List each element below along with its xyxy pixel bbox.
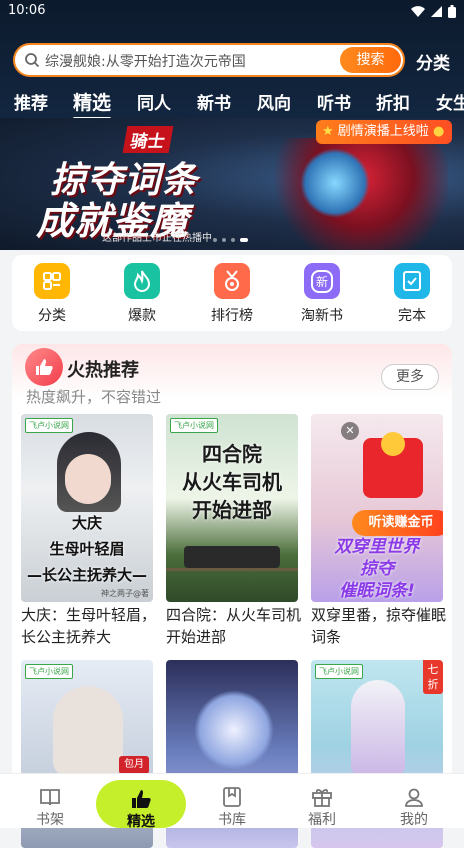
quick-entry-bar: 分类 爆款 排行榜 新 淘新书 完本: [12, 255, 452, 331]
cover-rail: [166, 568, 298, 571]
quick-completed[interactable]: 完本: [380, 263, 444, 325]
bookshelf-icon: [40, 789, 60, 806]
nav-benefits[interactable]: 福利: [292, 774, 352, 829]
thumbs-up-icon: [132, 790, 151, 808]
quick-label: 完本: [398, 308, 426, 324]
book-title: 大庆：生母叶轻眉，长公主抚养大: [21, 606, 157, 646]
book-cover: 听读赚金币 ✕ 双穿里世界 掠夺 催眠词条!: [311, 414, 443, 602]
book-title: 四合院：从火车司机开始进部: [166, 606, 302, 646]
banner-pill-label: 剧情演播上线啦: [337, 124, 429, 139]
section-subtitle: 热度飙升，不容错过: [26, 388, 162, 406]
hot-recommend-section: 火热推荐 热度飙升，不容错过 更多 飞卢小说网 大庆 生母叶轻眉 —长公主抚养大…: [12, 344, 452, 848]
quick-label: 排行榜: [211, 308, 253, 324]
medal-icon: [214, 263, 250, 299]
banner-subtitle: 这部作品上市正在热播中: [102, 233, 212, 244]
thumbs-up-icon: [25, 348, 63, 386]
search-icon: [25, 53, 40, 68]
publisher-badge: 飞卢小说网: [170, 418, 218, 433]
channel-tabs: 推荐 精选 同人 新书 风向 听书 折扣 女生: [0, 89, 464, 119]
book-title: 双穿里番，掠夺催眠词条: [311, 606, 447, 646]
star-icon: ★: [322, 124, 334, 139]
search-bar[interactable]: 综漫舰娘:从零开始打造次元帝国 搜索: [13, 43, 405, 77]
banner-dot: [222, 238, 226, 242]
close-icon[interactable]: ✕: [341, 422, 359, 440]
profile-icon: [405, 788, 423, 807]
tab-female[interactable]: 女生: [436, 89, 464, 114]
section-title: 火热推荐: [67, 360, 139, 381]
nav-bookshelf[interactable]: 书架: [20, 774, 80, 829]
discount-badge: 七折: [423, 660, 443, 694]
nav-label: 书库: [218, 812, 246, 828]
tab-recommend[interactable]: 推荐: [14, 89, 48, 114]
new-book-icon: 新: [304, 263, 340, 299]
book-cover: 飞卢小说网 四合院 从火车司机 开始进部: [166, 414, 298, 602]
gift-icon: [312, 788, 332, 807]
tab-discount[interactable]: 折扣: [376, 89, 410, 114]
banner-audio-pill[interactable]: ★ 剧情演播上线啦 ●: [316, 120, 453, 144]
tab-new-books[interactable]: 新书: [197, 89, 231, 114]
book-cover: 飞卢小说网 大庆 生母叶轻眉 —长公主抚养大— 神之两子@著: [21, 414, 153, 602]
publisher-badge: 飞卢小说网: [25, 418, 73, 433]
tab-audiobooks[interactable]: 听书: [317, 89, 351, 114]
banner-dot: [231, 238, 235, 242]
nav-library[interactable]: 书库: [202, 774, 262, 829]
quick-label: 爆款: [128, 308, 156, 324]
nav-label: 精选: [127, 814, 155, 830]
cover-face: [65, 454, 111, 504]
nav-profile[interactable]: 我的: [384, 774, 444, 829]
quick-hits[interactable]: 爆款: [110, 263, 174, 325]
tab-trends[interactable]: 风向: [257, 89, 291, 114]
cover-figure: [351, 680, 405, 776]
battery-icon: [448, 5, 456, 18]
nav-label: 书架: [36, 812, 64, 828]
nav-label: 我的: [400, 812, 428, 828]
publisher-badge: 飞卢小说网: [315, 664, 363, 679]
tab-selected[interactable]: 精选: [73, 89, 112, 119]
gold-coin-icon: [381, 432, 405, 456]
more-button[interactable]: 更多: [381, 364, 439, 390]
earn-coins-badge[interactable]: 听读赚金币: [352, 510, 443, 536]
status-time: 10:06: [8, 3, 46, 18]
tab-fan-fiction[interactable]: 同人: [137, 89, 171, 114]
cover-title: 双穿里世界 掠夺 催眠词条!: [334, 537, 420, 601]
quick-new-books[interactable]: 新 淘新书: [290, 263, 354, 325]
library-icon: [223, 787, 241, 807]
cover-train: [184, 546, 280, 568]
banner-hero-glow: [300, 148, 370, 218]
quick-category[interactable]: 分类: [20, 263, 84, 325]
coin-icon: ●: [432, 124, 445, 139]
signal-icon: [431, 6, 442, 17]
category-link[interactable]: 分类: [416, 49, 450, 74]
cover-title: 大庆 生母叶轻眉 —长公主抚养大—: [26, 514, 147, 584]
wifi-icon: [411, 6, 425, 17]
flame-icon: [124, 263, 160, 299]
search-placeholder[interactable]: 综漫舰娘:从零开始打造次元帝国: [45, 51, 246, 71]
banner-dot-active: [240, 238, 248, 242]
grid-icon: [34, 263, 70, 299]
banner-pagination: [213, 238, 248, 242]
quick-label: 淘新书: [301, 308, 343, 324]
cover-title: 四合院 从火车司机 开始进部: [182, 442, 282, 522]
cover-tag: 包月: [119, 756, 149, 774]
check-book-icon: [394, 263, 430, 299]
search-button[interactable]: 搜索: [340, 47, 401, 73]
cover-figure: [53, 686, 123, 776]
status-bar: 10:06: [8, 3, 456, 21]
promo-banner[interactable]: 骑士 掠夺词条 成就鉴魔 这部作品上市正在热播中 ★ 剧情演播上线啦 ●: [0, 118, 464, 250]
publisher-badge: 飞卢小说网: [25, 664, 73, 679]
cover-author: 神之两子@著: [101, 589, 149, 598]
banner-dot: [213, 238, 217, 242]
nav-featured[interactable]: 精选: [96, 774, 186, 830]
quick-rankings[interactable]: 排行榜: [200, 263, 264, 325]
nav-label: 福利: [308, 812, 336, 828]
cover-figure: [194, 690, 274, 770]
banner-badge: 骑士: [122, 126, 174, 153]
bottom-nav: 书架 精选 书库 福利 我的: [0, 773, 464, 830]
quick-label: 分类: [38, 308, 66, 324]
